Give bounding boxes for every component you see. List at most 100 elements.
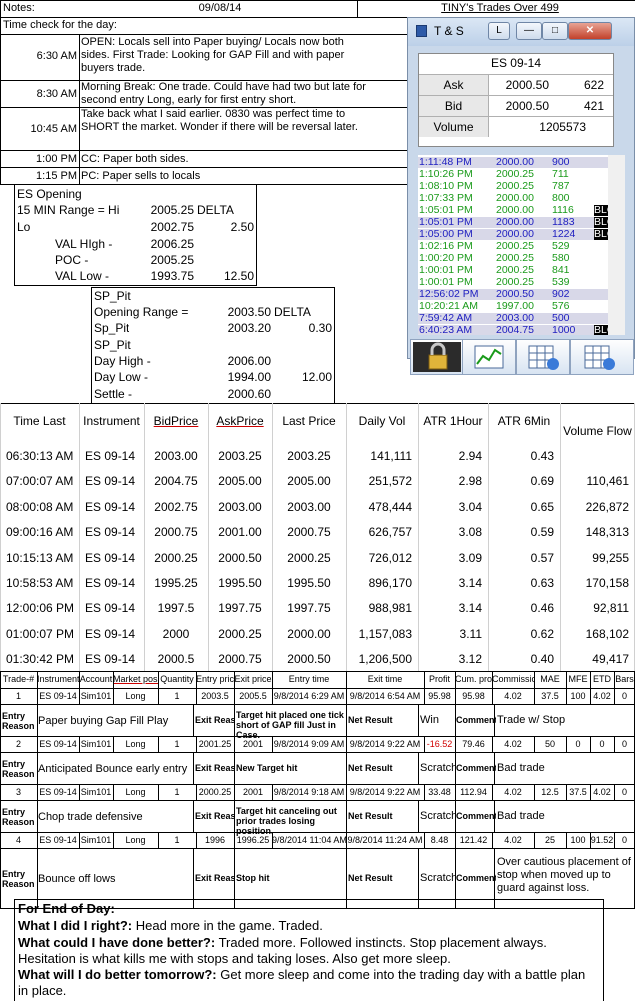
table-cell: 3.12 [458,653,482,667]
trade-cell: 9/8/2014 11:04 AM [272,835,346,845]
table-cell: 170,158 [585,577,629,590]
table-gridline [0,848,1,908]
column-header: Volume Flow [563,425,632,438]
end-of-day-title: For End of Day: [18,901,115,916]
tape-size: 800 [552,192,570,204]
trade-cell: 9/8/2014 6:54 AM [349,691,421,701]
tape-row[interactable]: 1:00:01 PM 2000.25 841 [418,265,618,276]
tape-row[interactable]: 1:05:00 PM 2000.00 1224 BLO [418,229,618,240]
tape-row[interactable]: 1:08:10 PM 2000.25 787 [418,181,618,192]
trade-comment: Over cautious placement of stop when mov… [497,856,631,894]
time-and-sales-window[interactable]: T & S L — □ ✕ ES 09-14 Ask 2000.50 622 B… [407,17,635,375]
entry-reason-label: Entry Reason [2,869,35,889]
table-cell: 2002.75 [154,500,198,514]
range-label: 15 MIN Range = Hi [17,204,120,217]
table-cell: 251,572 [368,475,412,489]
bid-size: 421 [583,99,604,113]
grid-refresh-button-2[interactable] [570,339,634,375]
table-cell: 2003.00 [218,500,262,514]
table-cell: ES 09-14 [85,602,136,616]
tape-row[interactable]: 10:20:21 AM 1997.00 576 [418,301,618,312]
table-cell: ES 09-14 [85,450,136,463]
opening-range-label: Opening Range = [94,306,189,319]
table-cell: 148,313 [585,526,629,540]
delta-label: DELTA [197,204,234,217]
tape-row[interactable]: 1:11:48 PM 2000.00 900 [418,157,618,168]
table-cell: 2000.25 [287,551,331,565]
trade-tape[interactable]: 1:11:48 PM 2000.00 900 1:10:26 PM 2000.25 711… [418,155,618,335]
table-gridline [418,752,419,784]
range-lo: 2002.75 [150,221,194,234]
table-cell: 1997.5 [157,602,195,616]
time-check-label: Time check for the day: [3,19,117,31]
table-gridline [144,403,145,672]
tape-row[interactable]: 1:00:20 PM 2000.25 580 [418,253,618,264]
net-result-label: Net Result [348,763,393,773]
es-opening-title: ES Opening [17,188,82,201]
tape-size: 576 [552,300,570,312]
table-cell: 3.11 [459,627,482,641]
timeline-time: 6:30 AM [36,50,77,62]
tape-time: 7:59:42 AM [419,312,473,324]
tape-row[interactable]: 1:05:01 PM 2000.00 1183 BLO [418,217,618,228]
maximize-button[interactable]: □ [542,22,568,40]
trade-cell: 0 [621,835,627,845]
tape-row[interactable]: 1:07:33 PM 2000.00 800 [418,193,618,204]
tape-row[interactable]: 1:05:01 PM 2000.00 1116 BLO [418,205,618,216]
table-cell: 2003.25 [218,450,262,463]
timeline-time: 1:15 PM [36,170,77,182]
lock-button[interactable] [410,339,464,375]
timeline-note: Morning Break: One trade. Could have had… [81,81,366,106]
trade-cell: 9/8/2014 6:29 AM [273,691,345,701]
trade-cell: 1 [174,835,180,845]
ask-size: 622 [583,78,604,92]
table-rule [0,688,635,689]
trade-cell: 9/8/2014 11:24 AM [347,835,423,845]
table-cell: 2000.25 [154,551,198,565]
table-gridline [492,671,493,688]
tape-scrollbar[interactable] [608,155,625,335]
tape-row[interactable]: 1:10:26 PM 2000.25 711 [418,169,618,180]
trade-cell: Sim101 [80,691,112,701]
tape-row[interactable]: 7:59:42 AM 2003.00 500 [418,313,618,324]
volume-row: Volume 1205573 [419,116,613,137]
table-cell: 1995.50 [287,577,331,590]
tape-row[interactable]: 1:02:16 PM 2000.25 529 [418,241,618,252]
table-gridline [0,752,1,784]
sheet-title[interactable]: TINY's Trades Over 499 [380,2,620,15]
trade-cell: ES 09-14 [39,835,77,845]
table-cell: 2000 [162,627,190,641]
window-titlebar[interactable]: T & S L — □ ✕ [408,18,634,46]
minimize-button[interactable]: — [516,22,542,40]
tape-row[interactable]: 6:40:23 AM 2004.75 1000 BLO [418,325,618,335]
bid-label: Bid [419,96,489,116]
better-answer-continued: Hesitation is what kills me with stops a… [18,951,451,966]
lock-icon [413,342,461,372]
table-gridline [346,752,347,784]
better-answer: Traded more. Followed instincts. Stop pl… [218,935,547,950]
trade-cell: 50 [544,739,555,749]
link-button[interactable]: L [488,22,510,40]
table-cell: 2.94 [458,450,482,463]
trade-cell: 2 [15,739,21,749]
trade-column-header: Commission [492,674,534,684]
chart-button[interactable] [462,339,516,375]
lo-label: Lo [17,221,31,234]
tape-row[interactable]: 12:56:02 PM 2000.50 902 [418,289,618,300]
table-cell: 01:30:42 PM [6,653,73,667]
close-button[interactable]: ✕ [568,22,612,40]
table-cell: 2001.00 [218,526,262,540]
table-gridline [158,671,159,688]
table-gridline [346,403,347,672]
table-gridline [455,671,456,688]
tape-row[interactable]: 1:00:01 PM 2000.25 539 [418,277,618,288]
trade-cell: Long [125,787,146,797]
tape-size: 1116 [552,204,574,216]
sp-pit-label: Sp_Pit [94,322,130,335]
table-cell: 1997.75 [287,602,331,616]
table-gridline [418,704,419,736]
grid-refresh-button[interactable] [516,339,570,375]
timeline-time: 1:00 PM [36,153,77,165]
trade-cell: 9/8/2014 9:22 AM [349,739,421,749]
table-cell: 478,444 [368,500,412,514]
